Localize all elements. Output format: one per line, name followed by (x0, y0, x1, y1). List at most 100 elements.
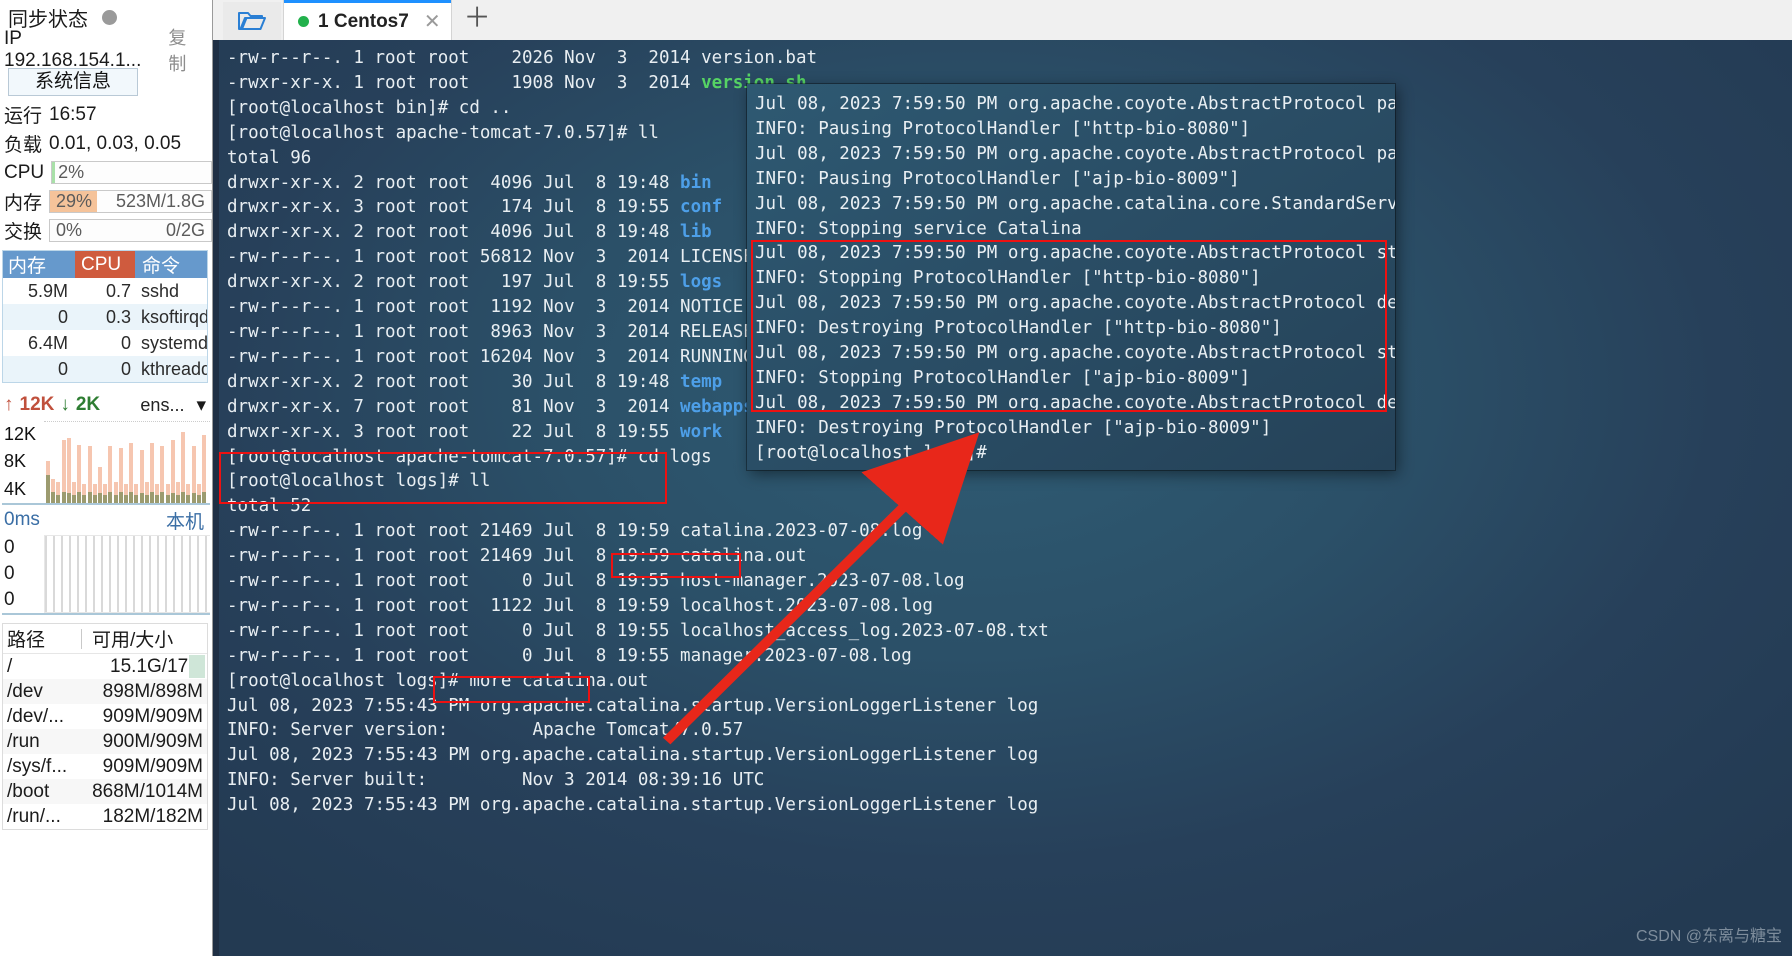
disk-row[interactable]: /boot 868M/1014M (3, 779, 207, 804)
terminal-line: -rw-r--r--. 1 root root 0 Jul 8 19:55 ma… (227, 645, 912, 666)
disk-usage: 182M/182M (102, 805, 203, 827)
disk-table-header: 路径 可用/大小 (3, 624, 207, 654)
cpu-meter: 2% (51, 161, 212, 184)
swap-percent-text: 0% (56, 220, 83, 240)
terminal-line: INFO: Destroying ProtocolHandler ["http-… (755, 318, 1282, 339)
disk-row[interactable]: /dev/... 909M/909M (3, 704, 207, 729)
download-arrow-icon: ↓ (60, 394, 70, 415)
new-tab-button[interactable]: ＋ (451, 4, 504, 36)
disk-row[interactable]: /15.1G/17G (3, 654, 207, 679)
network-bar-secondary (77, 491, 82, 503)
process-memory: 0 (57, 358, 68, 379)
process-cpu: 0.3 (105, 306, 131, 327)
network-bar-secondary (98, 493, 102, 503)
disk-path: /dev/... (7, 705, 65, 727)
process-command: systemd (141, 332, 207, 353)
disk-usage: 900M/909M (102, 730, 203, 752)
terminal-line: INFO: Server version: Apache Tomcat/7.0.… (227, 720, 744, 741)
network-bar-secondary (155, 494, 160, 503)
terminal-line-filename: work (680, 421, 723, 442)
network-bar-secondary (202, 491, 206, 503)
process-row[interactable]: 6.4M 0 systemd (3, 330, 207, 356)
process-col-command[interactable]: 命令 (135, 251, 207, 278)
tab-centos7[interactable]: 1 Centos7 ✕ (284, 0, 451, 40)
disk-table[interactable]: 路径 可用/大小 /15.1G/17G/dev 898M/898M/dev/...… (2, 623, 208, 830)
process-table[interactable]: 内存 CPU 命令 5.9M 0.7 sshd 0 0.3 ksoftirqd 6.4M 0 s… (2, 250, 208, 383)
network-bar-secondary (196, 494, 201, 503)
terminal-line-filename: conf (680, 197, 723, 218)
disk-row[interactable]: /run/... 182M/182M (3, 804, 207, 829)
network-bar-secondary (129, 491, 134, 503)
disk-col-path[interactable]: 路径 (3, 625, 81, 652)
terminal-output[interactable]: -rw-r--r--. 1 root root 2026 Nov 3 2014 … (213, 40, 1792, 956)
terminal-line: -rw-r--r--. 1 root root 0 Jul 8 19:55 lo… (227, 620, 1049, 641)
load-value: 0.01, 0.03, 0.05 (49, 132, 182, 154)
network-bar-secondary (139, 493, 144, 503)
upload-arrow-icon: ↑ (4, 394, 14, 415)
network-y-axis: 12K 8K 4K (2, 421, 44, 503)
memory-detail-text: 523M/1.8G (115, 191, 205, 211)
uptime-label: 运行 (4, 106, 43, 127)
sync-status-indicator-icon (102, 9, 117, 25)
terminal-line: Jul 08, 2023 7:59:50 PM org.apache.coyot… (755, 243, 1395, 264)
network-interface-select[interactable]: ens... (140, 395, 184, 416)
network-bar-secondary (176, 494, 180, 503)
memory-label: 内存 (4, 193, 43, 214)
disk-col-usage[interactable]: 可用/大小 (82, 625, 207, 652)
disk-path: / (7, 655, 13, 677)
terminal-line: INFO: Stopping ProtocolHandler ["ajp-bio… (755, 367, 1251, 388)
upload-value: 12K (19, 394, 55, 415)
disk-usage: 909M/909M (102, 705, 203, 727)
terminal-line: Jul 08, 2023 7:59:50 PM org.apache.coyot… (755, 392, 1395, 413)
cpu-label: CPU (4, 161, 45, 183)
terminal-line: Jul 08, 2023 7:59:50 PM org.apache.coyot… (755, 143, 1395, 164)
terminal-line: -rw-r--r--. 1 root root 21469 Jul 8 19:5… (227, 521, 923, 542)
latency-target[interactable]: 本机 (166, 507, 204, 534)
network-y-label-2: 4K (4, 478, 27, 499)
process-col-memory[interactable]: 内存 (3, 251, 75, 278)
cpu-percent-text: 2% (58, 162, 85, 182)
memory-meter: 29% 523M/1.8G (49, 190, 212, 213)
terminal-line: [root@localhost logs]# ll (227, 471, 491, 492)
chevron-down-icon[interactable]: ▾ (196, 394, 206, 417)
network-bar-secondary (186, 494, 191, 503)
ip-address-row: IP 192.168.154.1... 复制 (0, 28, 212, 74)
process-row[interactable]: 5.9M 0.7 sshd (3, 278, 207, 304)
terminal-line: -rw-r--r--. 1 root root 0 Jul 8 19:55 ho… (227, 571, 965, 592)
latency-y-label-2: 0 (4, 589, 15, 610)
close-icon[interactable]: ✕ (424, 9, 441, 34)
disk-usage: 868M/1014M (92, 780, 203, 802)
network-bar-secondary (72, 494, 76, 503)
process-row[interactable]: 0 0 kthreadd (3, 356, 207, 382)
disk-row[interactable]: /sys/f... 909M/909M (3, 754, 207, 779)
terminal-line: INFO: Server built: Nov 3 2014 08:39:16 … (227, 770, 765, 791)
disk-row[interactable]: /run 900M/909M (3, 729, 207, 754)
terminal-line: INFO: Pausing ProtocolHandler ["http-bio… (755, 118, 1251, 139)
latency-y-label-1: 0 (4, 563, 15, 584)
process-command: kthreadd (141, 358, 207, 379)
terminal-line: INFO: Destroying ProtocolHandler ["ajp-b… (755, 417, 1272, 438)
terminal-line: Jul 08, 2023 7:55:43 PM org.apache.catal… (227, 795, 1039, 816)
network-bar-secondary (56, 494, 61, 503)
process-memory: 0 (57, 306, 68, 327)
tab-bar: 1 Centos7 ✕ ＋ (213, 0, 1792, 40)
process-col-cpu[interactable]: CPU (75, 251, 135, 278)
disk-usage: 909M/909M (102, 755, 203, 777)
terminal-line-filename: lib (680, 222, 712, 243)
open-folder-icon[interactable] (223, 2, 281, 40)
system-info-button[interactable]: 系统信息 (8, 68, 138, 96)
green-dot-icon (298, 16, 309, 27)
terminal-line: Jul 08, 2023 7:59:50 PM org.apache.coyot… (755, 94, 1395, 114)
disk-row[interactable]: /dev 898M/898M (3, 679, 207, 704)
disk-path: /boot (7, 780, 50, 802)
network-bar-secondary (92, 494, 97, 503)
overlay-terminal-window[interactable]: Jul 08, 2023 7:59:50 PM org.apache.coyot… (747, 84, 1395, 470)
terminal-left-gutter (213, 40, 219, 956)
process-cpu: 0 (120, 358, 131, 379)
process-cpu: 0.7 (105, 280, 131, 301)
process-command: sshd (141, 280, 180, 301)
process-row[interactable]: 0 0.3 ksoftirqd (3, 304, 207, 330)
copy-ip-button[interactable]: 复制 (168, 24, 204, 76)
terminal-line: Jul 08, 2023 7:59:50 PM org.apache.coyot… (755, 343, 1395, 364)
ip-address-label: IP 192.168.154.1... (4, 28, 142, 71)
